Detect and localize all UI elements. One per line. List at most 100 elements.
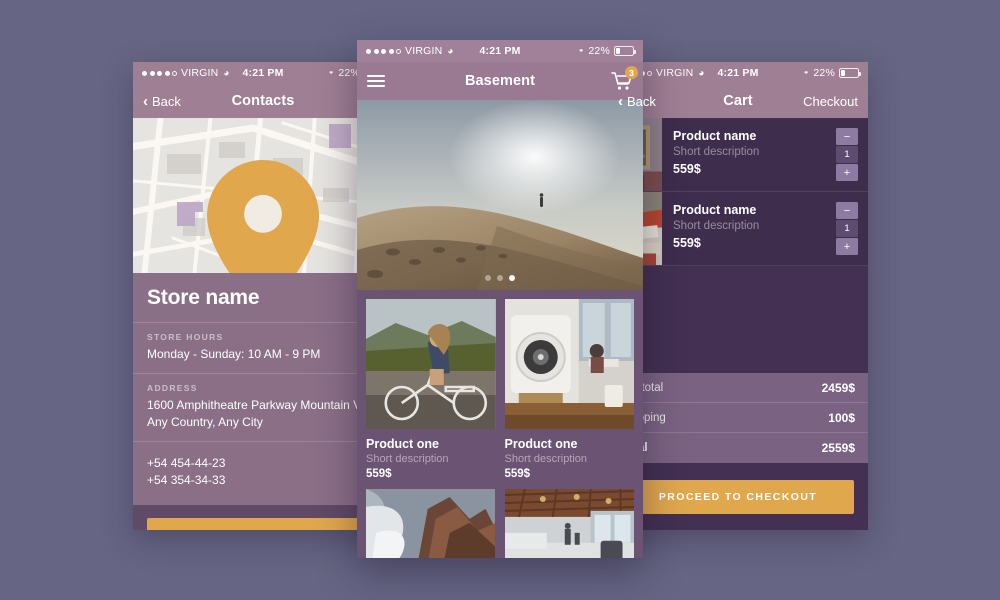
product-price: 559$	[366, 468, 392, 480]
battery-percent-label: 22%	[588, 45, 610, 57]
status-bar-basement: VIRGIN ◕ 4:21 PM ᛭ 22%	[357, 40, 643, 62]
summary-value: 2459$	[821, 380, 855, 395]
product-card[interactable]	[504, 489, 634, 558]
carrier-label: VIRGIN	[405, 45, 443, 57]
phone-number-1[interactable]: +54 454-44-23	[147, 455, 379, 472]
phone-screen-basement: VIRGIN ◕ 4:21 PM ᛭ 22% Basement 3 Produc…	[357, 40, 643, 558]
product-image	[366, 489, 496, 558]
status-bar-left: VIRGIN ◕	[142, 67, 230, 79]
cart-item-price: 559$	[673, 162, 701, 176]
back-button-label: Back	[627, 93, 656, 109]
address-value: 1600 Amphitheatre Parkway Mountain View …	[147, 398, 379, 430]
status-bar-right-cart: ᛭ 22%	[803, 67, 861, 79]
map-view[interactable]: CIRCO	[133, 118, 393, 273]
carousel-dot-1[interactable]	[485, 275, 491, 281]
product-card[interactable]	[366, 489, 496, 558]
decrement-quantity-button[interactable]: −	[836, 128, 858, 145]
summary-value: 2559$	[821, 441, 855, 455]
back-button-cart[interactable]: ‹ Back	[618, 94, 656, 109]
product-image	[366, 299, 496, 429]
status-bar-cart: VIRGIN ◕ 4:21 PM ᛭ 22%	[608, 62, 868, 84]
carousel-dot-2[interactable]	[497, 275, 503, 281]
summary-row-shipping: Shipping 100$	[608, 403, 868, 433]
quantity-value: 1	[836, 220, 858, 237]
store-name: Store name	[133, 273, 393, 322]
screens-stage: VIRGIN ◕ 4:21 PM ᛭ 22% ‹ Back Contacts S…	[0, 0, 1000, 600]
phone-number-2[interactable]: +54 354-34-33	[147, 472, 379, 489]
address-block: ADDRESS 1600 Amphitheatre Parkway Mounta…	[133, 373, 393, 442]
phone-numbers-block: +54 454-44-23 +54 354-34-33	[133, 441, 393, 505]
hero-carousel[interactable]	[357, 100, 643, 290]
bluetooth-icon: ᛭	[328, 67, 335, 79]
cart-item-info: Product name Short description 559$	[662, 192, 836, 265]
cart-item-price: 559$	[673, 236, 701, 250]
battery-icon	[614, 46, 636, 56]
product-image	[504, 489, 634, 558]
cart-button[interactable]: 3	[611, 66, 638, 91]
store-hours-label: STORE HOURS	[147, 332, 224, 342]
cart-empty-space	[608, 266, 868, 373]
nav-bar-basement: Basement 3	[357, 62, 643, 100]
hamburger-menu-icon	[367, 75, 385, 87]
address-label: ADDRESS	[147, 383, 198, 394]
bluetooth-icon: ᛭	[578, 45, 585, 57]
product-grid: Product one Short description 559$ Produ…	[357, 290, 643, 558]
phone-screen-cart: VIRGIN ◕ 4:21 PM ᛭ 22% ‹ Back Cart Check…	[608, 62, 868, 530]
hero-image	[357, 100, 643, 290]
proceed-to-checkout-button[interactable]: PROCEED TO CHECKOUT	[622, 480, 854, 514]
checkout-link[interactable]: Checkout	[803, 94, 858, 109]
product-title: Product one	[366, 437, 439, 451]
product-image	[504, 299, 634, 429]
product-card[interactable]: Product one Short description 559$	[366, 299, 496, 480]
cart-item-description: Short description	[673, 220, 760, 232]
cart-badge-count: 3	[625, 66, 638, 79]
cart-item-description: Short description	[673, 146, 760, 158]
status-bar-right-basement: ᛭ 22%	[578, 45, 636, 57]
back-button-label: Back	[152, 93, 181, 109]
carousel-pagination-dots[interactable]	[357, 275, 643, 281]
phone-screen-contacts: VIRGIN ◕ 4:21 PM ᛭ 22% ‹ Back Contacts S…	[133, 62, 393, 530]
carousel-dot-3[interactable]	[509, 275, 515, 281]
cart-item-row[interactable]: Product name Short description 559$ − 1 …	[608, 118, 868, 192]
product-price: 559$	[504, 468, 531, 480]
battery-percent-label: 22%	[813, 67, 835, 79]
signal-strength-icon	[366, 48, 401, 54]
wifi-icon: ◕	[223, 67, 230, 79]
increment-quantity-button[interactable]: +	[836, 238, 858, 255]
store-hours-block: STORE HOURS Monday - Sunday: 10 AM - 9 P…	[133, 322, 393, 374]
product-card[interactable]: Product one Short description 559$	[504, 299, 634, 480]
signal-strength-icon	[142, 70, 177, 76]
wifi-icon: ◕	[447, 45, 454, 57]
bluetooth-icon: ᛭	[803, 67, 810, 79]
wifi-icon: ◕	[698, 67, 705, 79]
increment-quantity-button[interactable]: +	[836, 164, 858, 181]
summary-row-total: Total 2559$	[608, 433, 868, 463]
carrier-label: VIRGIN	[181, 67, 219, 79]
map-pin-icon	[207, 160, 319, 273]
nav-bar-cart: ‹ Back Cart Checkout	[608, 84, 868, 118]
quantity-stepper: − 1 +	[836, 202, 858, 255]
quantity-stepper: − 1 +	[836, 128, 858, 181]
nav-bar-contacts: ‹ Back Contacts	[133, 84, 393, 118]
carrier-label: VIRGIN	[656, 67, 694, 79]
product-title: Product one	[504, 437, 578, 451]
quantity-value: 1	[836, 146, 858, 163]
status-bar-contacts: VIRGIN ◕ 4:21 PM ᛭ 22%	[133, 62, 393, 84]
menu-button[interactable]	[367, 75, 385, 87]
status-bar-left-basement: VIRGIN ◕	[366, 45, 454, 57]
store-hours-value: Monday - Sunday: 10 AM - 9 PM	[147, 347, 321, 361]
summary-row-subtotal: Subtotal 2459$	[608, 373, 868, 403]
decrement-quantity-button[interactable]: −	[836, 202, 858, 219]
shopping-cart-icon: 3	[611, 66, 638, 91]
product-description: Short description	[366, 453, 449, 465]
cart-item-info: Product name Short description 559$	[662, 118, 836, 191]
show-route-button[interactable]: SHOW ROUTE	[147, 517, 379, 530]
product-description: Short description	[504, 453, 588, 465]
page-title-basement: Basement	[464, 73, 536, 89]
cart-item-name: Product name	[673, 129, 757, 143]
cart-item-row[interactable]: Product name Short description 559$ − 1 …	[608, 192, 868, 266]
battery-icon	[839, 68, 861, 78]
chevron-left-icon: ‹	[143, 92, 148, 110]
summary-value: 100$	[828, 410, 855, 425]
back-button-contacts[interactable]: ‹ Back	[143, 94, 181, 109]
